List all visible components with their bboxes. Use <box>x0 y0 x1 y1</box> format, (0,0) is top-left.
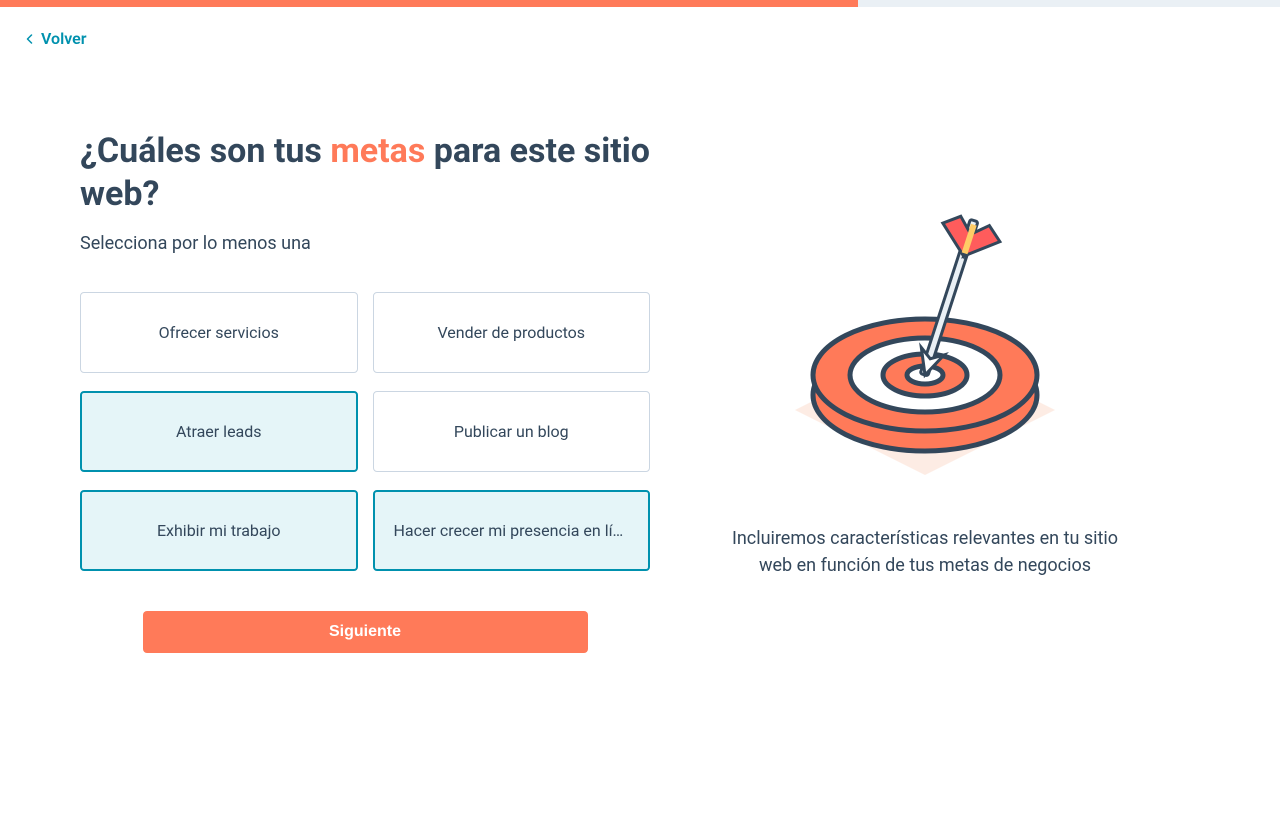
option-offer-services[interactable]: Ofrecer servicios <box>80 292 358 373</box>
heading-highlight: metas <box>330 131 425 171</box>
options-grid: Ofrecer servicios Vender de productos At… <box>80 292 650 571</box>
option-sell-products[interactable]: Vender de productos <box>373 292 651 373</box>
option-showcase-work[interactable]: Exhibir mi trabajo <box>80 490 358 571</box>
description: Incluiremos características relevantes e… <box>725 525 1125 579</box>
progress-empty <box>858 0 1280 7</box>
back-label: Volver <box>41 29 87 48</box>
page-heading: ¿Cuáles son tus metas para este sitio we… <box>80 130 650 215</box>
option-grow-presence[interactable]: Hacer crecer mi presencia en línea <box>373 490 651 571</box>
target-illustration <box>775 195 1075 495</box>
option-attract-leads[interactable]: Atraer leads <box>80 391 358 472</box>
next-button[interactable]: Siguiente <box>143 611 588 653</box>
progress-bar <box>0 0 1280 7</box>
back-link[interactable]: Volver <box>0 7 112 70</box>
progress-filled <box>0 0 858 7</box>
option-publish-blog[interactable]: Publicar un blog <box>373 391 651 472</box>
chevron-left-icon <box>25 34 35 44</box>
subtitle: Selecciona por lo menos una <box>80 233 650 254</box>
